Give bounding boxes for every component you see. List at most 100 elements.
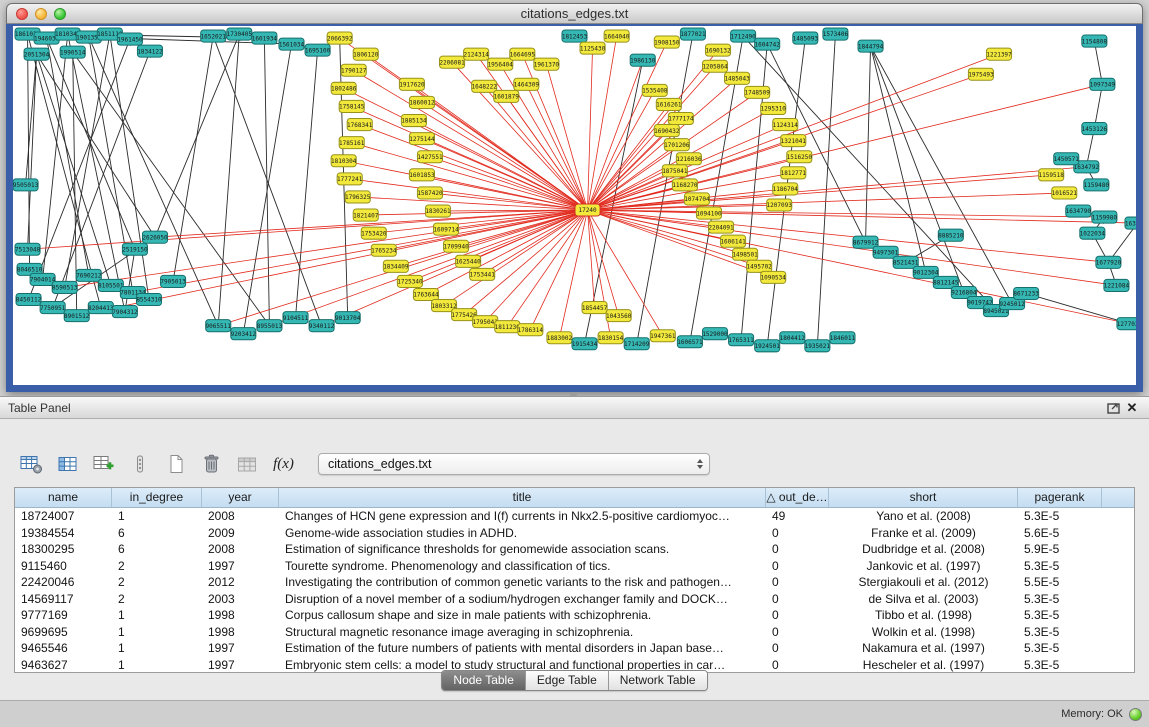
table-cell[interactable]: 22420046 [15, 574, 112, 591]
column-header-2[interactable]: year [202, 488, 279, 507]
table-cell[interactable]: 2 [112, 558, 202, 575]
graph-edge[interactable] [588, 210, 1117, 285]
table-cell[interactable]: Jankovic et al. (1997) [829, 558, 1018, 575]
table-cell[interactable]: 0 [766, 624, 829, 641]
graph-edge[interactable] [1094, 84, 1102, 128]
table-cell[interactable]: 14569117 [15, 591, 112, 608]
column-header-5[interactable]: short [829, 488, 1018, 507]
graph-edge[interactable] [456, 210, 587, 246]
table-cell[interactable]: Genome-wide association studies in ADHD. [279, 525, 766, 542]
window-titlebar[interactable]: citations_edges.txt [6, 3, 1143, 24]
table-cell[interactable]: 2003 [202, 591, 279, 608]
graph-edge[interactable] [1026, 293, 1129, 323]
table-cell[interactable]: 2008 [202, 508, 279, 525]
table-cell[interactable]: Estimation of significance thresholds fo… [279, 541, 766, 558]
close-window-button[interactable] [16, 8, 28, 20]
table-cell[interactable]: 0 [766, 558, 829, 575]
table-cell[interactable]: 2009 [202, 525, 279, 542]
table-cell[interactable]: 5.3E-5 [1018, 607, 1102, 624]
table-cell[interactable]: Estimation of the future numbers of pati… [279, 640, 766, 657]
table-cell[interactable]: Corpus callosum shape and size in male p… [279, 607, 766, 624]
table-cell[interactable]: de Silva et al. (2003) [829, 591, 1018, 608]
table-cell[interactable]: 1997 [202, 558, 279, 575]
graph-edge[interactable] [588, 210, 595, 308]
table-cell[interactable]: Changes of HCN gene expression and I(f) … [279, 508, 766, 525]
table-cell[interactable]: 0 [766, 591, 829, 608]
graph-edge[interactable] [354, 70, 588, 210]
column-header-4[interactable]: △ out_de… [766, 488, 829, 507]
table-cell[interactable]: 18724007 [15, 508, 112, 525]
graph-edge[interactable] [47, 38, 135, 249]
graph-edge[interactable] [358, 197, 588, 210]
table-cell[interactable]: Dudbridge et al. (2008) [829, 541, 1018, 558]
table-cell[interactable]: Tourette syndrome. Phenomenology and cla… [279, 558, 766, 575]
graph-edge[interactable] [360, 125, 588, 210]
column-header-6[interactable]: pagerank [1018, 488, 1102, 507]
graph-edge[interactable] [588, 104, 669, 210]
graph-edge[interactable] [588, 210, 1109, 262]
tab-node-table[interactable]: Node Table [442, 671, 526, 690]
graph-edge[interactable] [871, 46, 926, 272]
column-header-0[interactable]: name [15, 488, 112, 507]
table-cell[interactable]: 5.9E-5 [1018, 541, 1102, 558]
graph-edge[interactable] [53, 51, 150, 307]
close-panel-icon[interactable]: ✕ [1123, 400, 1141, 416]
graph-edge[interactable] [110, 34, 149, 299]
table-row[interactable]: 1872400712008Changes of HCN gene express… [15, 508, 1134, 525]
tab-edge-table[interactable]: Edge Table [526, 671, 609, 690]
graph-edge[interactable] [866, 46, 871, 242]
graph-edge[interactable] [588, 60, 643, 210]
graph-edge[interactable] [396, 210, 588, 266]
table-cell[interactable]: 0 [766, 640, 829, 657]
table-cell[interactable]: Wolkin et al. (1998) [829, 624, 1018, 641]
table-cell[interactable]: 0 [766, 525, 829, 542]
table-cell[interactable]: 2008 [202, 541, 279, 558]
table-cell[interactable]: 5.5E-5 [1018, 574, 1102, 591]
table-cell[interactable]: 1 [112, 607, 202, 624]
table-cell[interactable]: Stergiakouli et al. (2012) [829, 574, 1018, 591]
graph-edge[interactable] [588, 50, 718, 210]
function-builder-button[interactable]: f(x) [270, 451, 297, 477]
citation-network-graph[interactable]: 1724018061201790127180248617581451768341… [13, 26, 1136, 385]
import-table-button[interactable] [234, 451, 261, 477]
graph-edge[interactable] [559, 210, 587, 338]
network-view[interactable]: 1724018061201790127180248617581451768341… [6, 24, 1143, 392]
graph-edge[interactable] [588, 210, 619, 316]
table-cell[interactable]: 1998 [202, 607, 279, 624]
column-header-3[interactable]: title [279, 488, 766, 507]
table-cell[interactable]: 2012 [202, 574, 279, 591]
table-cell[interactable]: 19384554 [15, 525, 112, 542]
table-cell[interactable]: 6 [112, 541, 202, 558]
table-cell[interactable]: 18300295 [15, 541, 112, 558]
table-cell[interactable]: Franke et al. (2009) [829, 525, 1018, 542]
table-cell[interactable]: 9699695 [15, 624, 112, 641]
table-mode-button[interactable] [18, 451, 45, 477]
table-cell[interactable]: 0 [766, 607, 829, 624]
table-cell[interactable]: 5.3E-5 [1018, 508, 1102, 525]
table-row[interactable]: 977716911998Corpus callosum shape and si… [15, 607, 1134, 624]
tab-network-table[interactable]: Network Table [609, 671, 707, 690]
graph-edge[interactable] [173, 36, 213, 281]
graph-edge[interactable] [125, 249, 135, 311]
graph-edge[interactable] [352, 143, 588, 210]
table-source-select[interactable]: citations_edges.txt [318, 453, 710, 475]
table-cell[interactable]: 5.3E-5 [1018, 591, 1102, 608]
table-cell[interactable]: 9465546 [15, 640, 112, 657]
table-cell[interactable]: 5.3E-5 [1018, 624, 1102, 641]
create-column-button[interactable] [90, 451, 117, 477]
graph-edge[interactable] [422, 102, 588, 210]
table-cell[interactable]: 0 [766, 574, 829, 591]
delete-table-button[interactable] [198, 451, 225, 477]
table-cell[interactable]: 1997 [202, 640, 279, 657]
table-row[interactable]: 946554611997Estimation of the future num… [15, 640, 1134, 657]
zoom-window-button[interactable] [54, 8, 66, 20]
table-row[interactable]: 969969511998Structural magnetic resonanc… [15, 624, 1134, 641]
graph-edge[interactable] [296, 50, 318, 317]
row-selector-button[interactable] [126, 451, 153, 477]
table-cell[interactable]: 5.6E-5 [1018, 525, 1102, 542]
table-cell[interactable]: 6 [112, 525, 202, 542]
table-cell[interactable]: 1998 [202, 624, 279, 641]
table-cell[interactable]: 0 [766, 541, 829, 558]
table-row[interactable]: 911546021997Tourette syndrome. Phenomeno… [15, 558, 1134, 575]
table-cell[interactable]: 2 [112, 591, 202, 608]
